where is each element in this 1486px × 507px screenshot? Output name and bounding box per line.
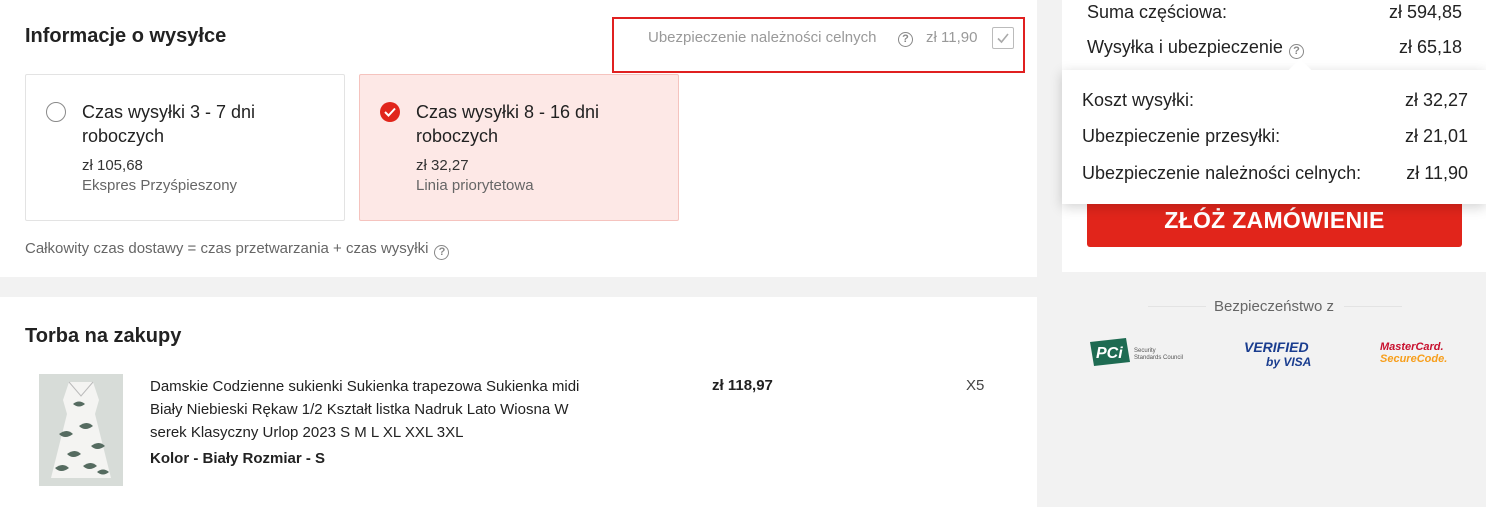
breakdown-row: Koszt wysyłki: zł 32,27	[1082, 90, 1468, 111]
breakdown-row: Ubezpieczenie przesyłki: zł 21,01	[1082, 126, 1468, 147]
delivery-time-note: Całkowity czas dostawy = czas przetwarza…	[25, 240, 450, 260]
product-variant: Kolor - Biały Rozmiar - S	[150, 450, 326, 467]
shipping-insurance-value: zł 65,18	[1398, 37, 1462, 57]
breakdown-label: Ubezpieczenie przesyłki:	[1082, 126, 1281, 146]
svg-text:SecureCode.: SecureCode.	[1380, 353, 1447, 365]
svg-text:PCi: PCi	[1096, 345, 1123, 362]
help-icon[interactable]: ?	[1288, 44, 1304, 59]
subtotal-row: Suma częściowa: zł 594,85	[1087, 2, 1462, 23]
breakdown-value: zł 11,90	[1406, 163, 1468, 183]
security-title: Bezpieczeństwo z	[1213, 298, 1335, 315]
security-badges: Bezpieczeństwo z PCi Security Standards …	[1062, 290, 1486, 390]
subtotal-value: zł 594,85	[1388, 2, 1462, 22]
help-icon[interactable]: ?	[434, 245, 450, 260]
product-description[interactable]: Damskie Codzienne sukienki Sukienka trap…	[150, 375, 590, 444]
shopping-bag-title: Torba na zakupy	[25, 325, 182, 347]
shipping-option-method: Linia priorytetowa	[416, 177, 534, 194]
product-quantity: X5	[966, 377, 985, 394]
shipping-option-name: Czas wysyłki 3 - 7 dni roboczych	[82, 102, 256, 146]
svg-text:by VISA: by VISA	[1266, 355, 1311, 369]
shipping-option-price: zł 32,27	[416, 157, 469, 174]
subtotal-label: Suma częściowa:	[1087, 2, 1228, 22]
customs-insurance-highlight: Ubezpieczenie należności celnych ? zł 11…	[612, 17, 1025, 73]
svg-text:MasterCard.: MasterCard.	[1380, 341, 1444, 353]
breakdown-row: Ubezpieczenie należności celnych: zł 11,…	[1082, 163, 1468, 184]
shipping-info-panel: Informacje o wysyłce Ubezpieczenie należ…	[0, 0, 1037, 277]
mastercard-securecode-logo: MasterCard. SecureCode.	[1378, 336, 1458, 375]
checkbox-check-icon	[997, 33, 1009, 44]
customs-insurance-help-icon[interactable]: ?	[898, 29, 913, 47]
svg-text:Security: Security	[1134, 348, 1156, 354]
shopping-bag-panel: Torba na zakupy Damskie Codzienne sukien…	[0, 297, 1037, 507]
shipping-option-priority[interactable]: Czas wysyłki 8 - 16 dni roboczych zł 32,…	[359, 74, 679, 221]
svg-text:Standards Council: Standards Council	[1134, 355, 1183, 361]
breakdown-value: zł 32,27	[1404, 90, 1468, 110]
customs-insurance-label: Ubezpieczenie należności celnych	[648, 29, 877, 46]
radio-unchecked-icon[interactable]	[46, 102, 66, 122]
shipping-option-express[interactable]: Czas wysyłki 3 - 7 dni roboczych zł 105,…	[25, 74, 345, 221]
product-image[interactable]	[39, 374, 123, 486]
shipping-info-title: Informacje o wysyłce	[25, 25, 227, 47]
pci-logo: PCi Security Standards Council	[1088, 336, 1188, 373]
shipping-insurance-label: Wysyłka i ubezpieczenie	[1087, 37, 1283, 57]
shipping-option-name: Czas wysyłki 8 - 16 dni roboczych	[416, 102, 600, 146]
delivery-time-note-text: Całkowity czas dostawy = czas przetwarza…	[25, 240, 429, 257]
breakdown-label: Koszt wysyłki:	[1082, 90, 1195, 110]
svg-text:VERIFIED: VERIFIED	[1244, 339, 1309, 355]
customs-insurance-checkbox[interactable]	[992, 27, 1014, 49]
shipping-insurance-row: Wysyłka i ubezpieczenie? zł 65,18	[1087, 37, 1462, 59]
divider	[1344, 306, 1402, 307]
shipping-option-method: Ekspres Przyśpieszony	[82, 177, 238, 194]
customs-insurance-price: zł 11,90	[926, 29, 978, 46]
breakdown-value: zł 21,01	[1404, 126, 1468, 146]
product-price: zł 118,97	[712, 377, 773, 394]
shipping-breakdown-tooltip: Koszt wysyłki: zł 32,27 Ubezpieczenie pr…	[1062, 58, 1486, 204]
breakdown-label: Ubezpieczenie należności celnych:	[1082, 163, 1362, 183]
radio-checked-icon[interactable]	[380, 102, 400, 122]
shipping-option-price: zł 105,68	[82, 157, 143, 174]
verified-by-visa-logo: VERIFIED by VISA	[1242, 336, 1312, 375]
